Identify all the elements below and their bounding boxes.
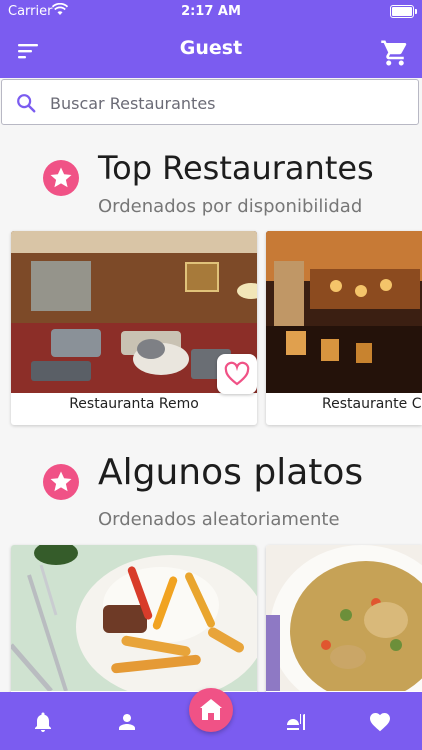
- search-input[interactable]: [48, 88, 412, 118]
- heart-icon[interactable]: [368, 710, 392, 734]
- star-icon: [43, 464, 79, 500]
- status-bar: Carrier 2:17 AM: [0, 0, 422, 24]
- clock: 2:17 AM: [181, 4, 241, 19]
- section-title-top-restaurants: Top Restaurantes: [98, 149, 374, 187]
- search-icon: [17, 94, 36, 113]
- home-icon: [200, 699, 222, 720]
- cart-icon[interactable]: [380, 38, 410, 68]
- app-bar: Guest: [0, 24, 422, 78]
- person-icon[interactable]: [115, 710, 139, 734]
- dish-photo: [266, 545, 422, 691]
- bell-icon[interactable]: [31, 710, 55, 734]
- restaurant-card[interactable]: Restaurante C: [266, 231, 422, 425]
- favorite-button[interactable]: [217, 354, 257, 394]
- dish-card[interactable]: [266, 545, 422, 715]
- section-subtitle-dishes: Ordenados aleatoriamente: [98, 509, 340, 530]
- page-title: Guest: [179, 37, 243, 59]
- heart-outline-icon: [224, 361, 250, 386]
- search-bar[interactable]: [1, 79, 419, 125]
- star-icon: [43, 160, 79, 196]
- dish-photo: [11, 545, 257, 691]
- section-subtitle-top-restaurants: Ordenados por disponibilidad: [98, 196, 363, 217]
- battery-icon: [390, 5, 417, 18]
- restaurant-name: Restauranta Remo: [69, 396, 199, 412]
- section-title-dishes: Algunos platos: [98, 452, 364, 493]
- restaurant-icon[interactable]: [284, 710, 308, 734]
- home-button[interactable]: [189, 688, 233, 732]
- restaurant-card[interactable]: Restauranta Remo: [11, 231, 257, 425]
- bottom-navigation: [0, 688, 422, 750]
- restaurant-name: Restaurante C: [322, 396, 422, 412]
- restaurant-photo: [266, 231, 422, 393]
